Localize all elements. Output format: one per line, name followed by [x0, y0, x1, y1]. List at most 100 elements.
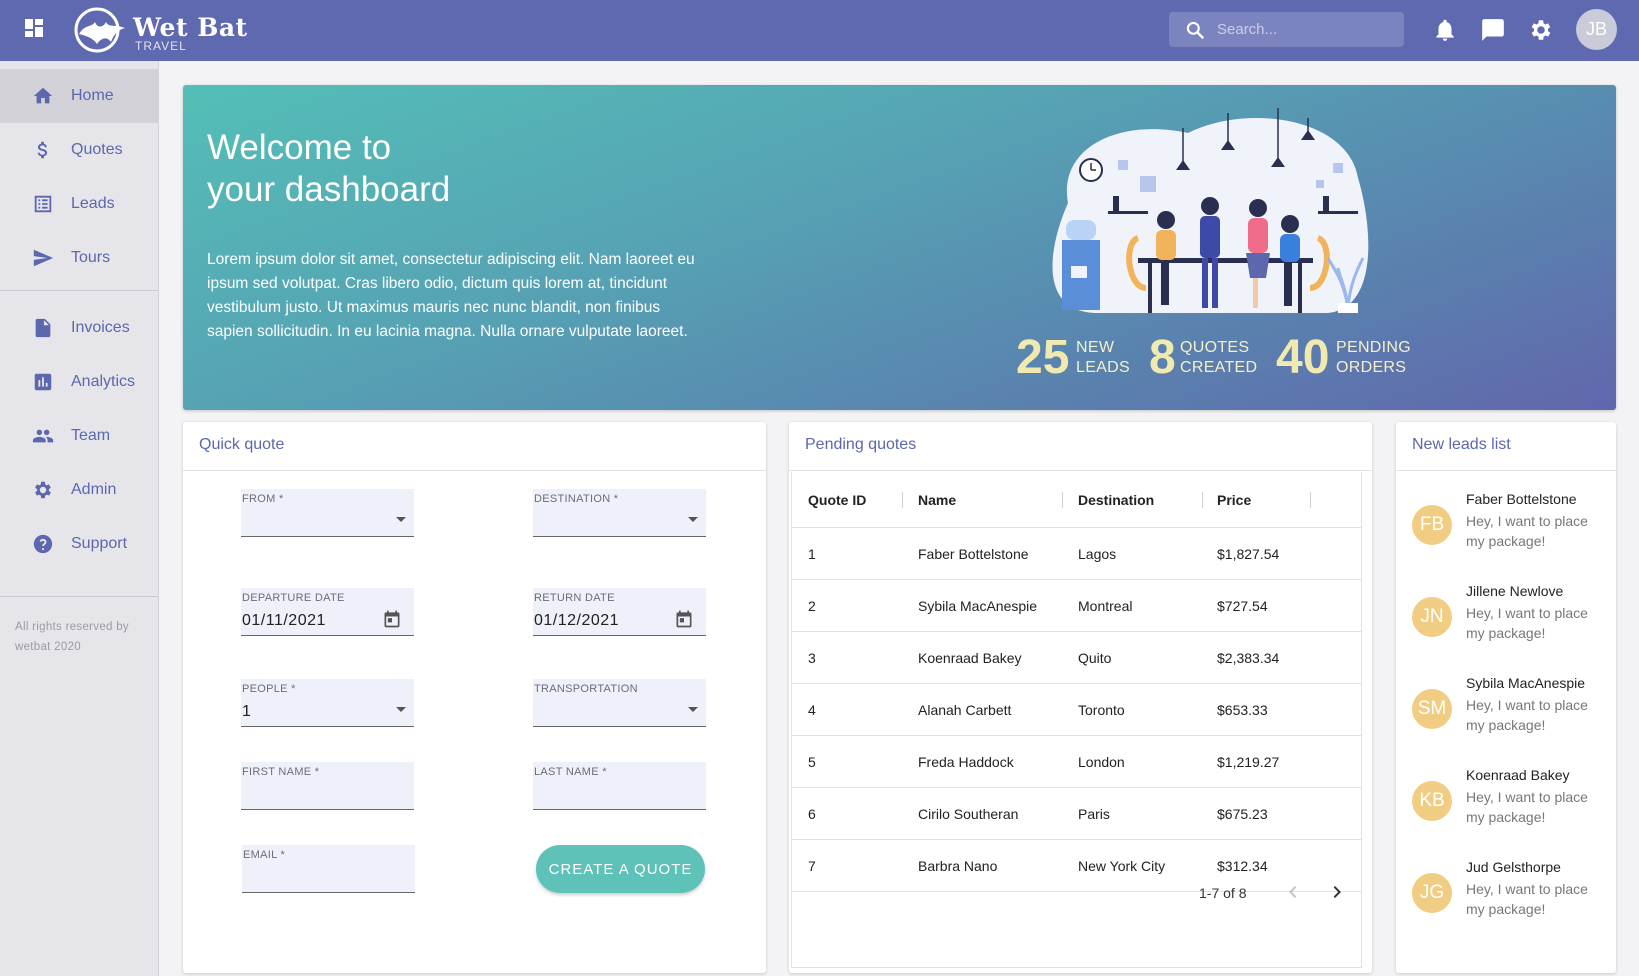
logo-subtitle: TRAVEL	[135, 39, 187, 53]
cell-quote-id: 1	[808, 546, 816, 562]
chat-message-icon[interactable]	[1480, 17, 1506, 43]
document-icon	[35, 318, 51, 338]
notifications-bell-icon[interactable]	[1432, 17, 1458, 43]
table-row[interactable]: 5 Freda Haddock London $1,219.27	[792, 736, 1361, 788]
lead-message: Hey, I want to place my package!	[1466, 513, 1588, 549]
sidebar-item-admin[interactable]: Admin	[0, 463, 158, 517]
create-quote-button[interactable]: CREATE A QUOTE	[536, 845, 705, 893]
stat-label-line1: QUOTES	[1180, 339, 1250, 356]
card-divider	[1396, 470, 1616, 471]
column-separator[interactable]	[1202, 492, 1203, 508]
from-select[interactable]: FROM *	[241, 489, 414, 537]
welcome-title: Welcome to your dashboard	[207, 127, 607, 211]
cell-destination: London	[1078, 754, 1125, 770]
table-row[interactable]: 1 Faber Bottelstone Lagos $1,827.54	[792, 528, 1361, 580]
next-page-icon[interactable]	[1325, 880, 1349, 904]
lead-name: Jud Gelsthorpe	[1466, 859, 1561, 875]
lead-list-item[interactable]: FB Faber Bottelstone Hey, I want to plac…	[1396, 481, 1616, 573]
cell-quote-id: 6	[808, 806, 816, 822]
dashboard-grid-icon[interactable]	[25, 19, 45, 39]
field-label: FIRST NAME *	[242, 766, 320, 778]
lead-avatar: KB	[1412, 781, 1452, 821]
stat-value: 8	[1149, 331, 1176, 384]
column-separator[interactable]	[902, 492, 903, 508]
pagination-info: 1-7 of 8	[1199, 885, 1247, 901]
cell-name: Koenraad Bakey	[918, 650, 1022, 666]
stat-label: QUOTES CREATED	[1180, 338, 1257, 378]
cell-quote-id: 7	[808, 858, 816, 874]
cell-name: Sybila MacAnespie	[918, 598, 1038, 614]
cell-name: Freda Haddock	[918, 754, 1014, 770]
people-select[interactable]: PEOPLE * 1	[241, 679, 414, 727]
lead-name: Faber Bottelstone	[1466, 491, 1577, 507]
new-leads-card: New leads list FB Faber Bottelstone Hey,…	[1396, 422, 1616, 973]
lead-avatar: FB	[1412, 505, 1452, 545]
card-title: Pending quotes	[805, 436, 917, 453]
sidebar-item-support[interactable]: Support	[0, 517, 158, 571]
calendar-icon[interactable]	[382, 609, 402, 629]
welcome-banner: Welcome to your dashboard Lorem ipsum do…	[183, 85, 1616, 410]
copyright-text: All rights reserved by wetbat 2020	[15, 621, 129, 653]
cell-quote-id: 5	[808, 754, 816, 770]
field-value: 01/12/2021	[534, 612, 620, 629]
stat-value: 40	[1276, 331, 1330, 384]
sidebar-item-tours[interactable]: Tours	[0, 231, 158, 285]
first-name-field[interactable]: FIRST NAME *	[241, 762, 414, 810]
card-divider	[789, 470, 1372, 471]
sidebar-item-analytics[interactable]: Analytics	[0, 355, 158, 409]
transportation-select[interactable]: TRANSPORTATION	[533, 679, 706, 727]
column-separator[interactable]	[1062, 492, 1063, 508]
table-row[interactable]: 6 Cirilo Southeran Paris $675.23	[792, 788, 1361, 840]
welcome-title-line1: Welcome to	[207, 128, 392, 167]
table-row[interactable]: 2 Sybila MacAnespie Montreal $727.54	[792, 580, 1361, 632]
field-value: 1	[242, 703, 252, 720]
email-field[interactable]: EMAIL *	[242, 845, 415, 893]
top-app-bar: Wet Bat TRAVEL JB	[0, 0, 1639, 61]
home-icon	[33, 87, 53, 104]
return-date-field[interactable]: RETURN DATE 01/12/2021	[533, 588, 706, 636]
lead-avatar: JG	[1412, 873, 1452, 913]
field-label: DESTINATION *	[534, 493, 619, 505]
sidebar-item-leads[interactable]: Leads	[0, 177, 158, 231]
column-header-quote-id[interactable]: Quote ID	[808, 492, 866, 508]
sidebar-item-home[interactable]: Home	[0, 69, 158, 123]
table-header-row: Quote ID Name Destination Price	[792, 472, 1361, 528]
sidebar-item-team[interactable]: Team	[0, 409, 158, 463]
previous-page-icon[interactable]	[1281, 880, 1305, 904]
last-name-field[interactable]: LAST NAME *	[533, 762, 706, 810]
calendar-icon[interactable]	[674, 609, 694, 629]
column-header-price[interactable]: Price	[1217, 492, 1251, 508]
app-logo[interactable]: Wet Bat TRAVEL	[73, 6, 253, 54]
cell-quote-id: 2	[808, 598, 816, 614]
lead-list-item[interactable]: JN Jillene Newlove Hey, I want to place …	[1396, 573, 1616, 665]
cell-destination: Paris	[1078, 806, 1110, 822]
lead-list-item[interactable]: JG Jud Gelsthorpe Hey, I want to place m…	[1396, 849, 1616, 941]
destination-select[interactable]: DESTINATION *	[533, 489, 706, 537]
settings-gear-icon[interactable]	[1528, 17, 1554, 43]
cell-name: Cirilo Southeran	[918, 806, 1019, 822]
cell-name: Alanah Carbett	[918, 702, 1012, 718]
stat-label-line1: NEW	[1076, 339, 1115, 356]
column-header-name[interactable]: Name	[918, 492, 956, 508]
search-input[interactable]	[1217, 12, 1397, 47]
sidebar-item-quotes[interactable]: Quotes	[0, 123, 158, 177]
user-avatar[interactable]: JB	[1576, 9, 1617, 50]
stat-label-line2: LEADS	[1076, 359, 1130, 376]
cell-price: $1,827.54	[1217, 546, 1280, 562]
column-separator[interactable]	[1310, 492, 1311, 508]
table-row[interactable]: 4 Alanah Carbett Toronto $653.33	[792, 684, 1361, 736]
lead-list-item[interactable]: KB Koenraad Bakey Hey, I want to place m…	[1396, 757, 1616, 849]
column-header-destination[interactable]: Destination	[1078, 492, 1154, 508]
lead-message: Hey, I want to place my package!	[1466, 697, 1588, 733]
table-row[interactable]: 3 Koenraad Bakey Quito $2,383.34	[792, 632, 1361, 684]
sidebar-item-label: Support	[71, 535, 128, 552]
bat-logo-icon	[74, 7, 125, 53]
pending-quotes-card: Pending quotes Quote ID Name Destination…	[789, 422, 1372, 973]
sidebar-item-invoices[interactable]: Invoices	[0, 301, 158, 355]
dropdown-arrow-icon	[688, 707, 698, 712]
lead-avatar: JN	[1412, 597, 1452, 637]
lead-list-item[interactable]: SM Sybila MacAnespie Hey, I want to plac…	[1396, 665, 1616, 757]
table-row[interactable]: 7 Barbra Nano New York City $312.34	[792, 840, 1361, 892]
cell-destination: New York City	[1078, 858, 1166, 874]
departure-date-field[interactable]: DEPARTURE DATE 01/11/2021	[241, 588, 414, 636]
